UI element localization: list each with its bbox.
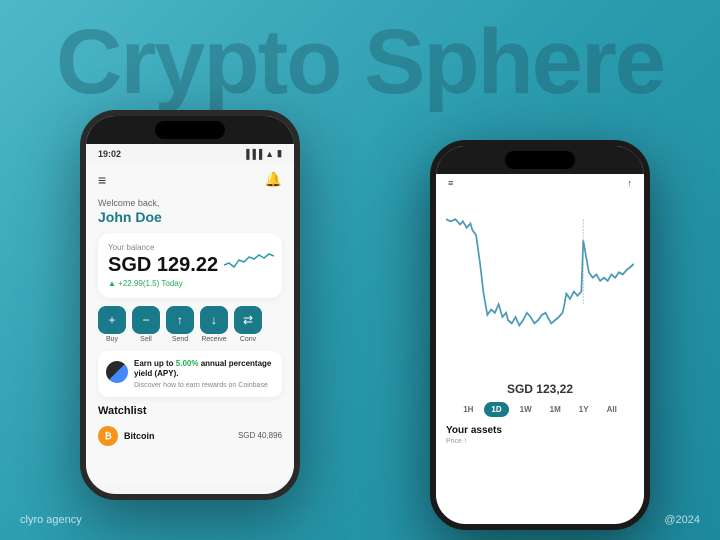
earn-highlight: 5.00% xyxy=(176,359,199,368)
period-1h[interactable]: 1H xyxy=(456,402,480,417)
chart-area xyxy=(446,198,634,378)
watchlist-title: Watchlist xyxy=(98,405,282,417)
footer-agency: clyro agency xyxy=(20,514,82,526)
phone-right-notch xyxy=(436,146,644,174)
buy-label: Buy xyxy=(106,336,118,343)
change-arrow: ▲ xyxy=(108,279,116,288)
convert-button[interactable]: ⇄ Conv xyxy=(234,306,262,343)
period-1w[interactable]: 1W xyxy=(513,402,539,417)
bitcoin-name: Bitcoin xyxy=(124,431,155,441)
receive-icon: ↓ xyxy=(200,306,228,334)
hamburger-icon[interactable]: ≡ xyxy=(98,172,106,188)
period-all[interactable]: All xyxy=(600,402,624,417)
price-chart xyxy=(446,198,634,368)
chart-price: SGD 123,22 xyxy=(446,382,634,396)
share-icon[interactable]: ↑ xyxy=(628,178,633,188)
send-button[interactable]: ↑ Send xyxy=(166,306,194,343)
welcome-text: Welcome back, xyxy=(98,198,282,208)
period-1y[interactable]: 1Y xyxy=(572,402,596,417)
earn-text: Earn up to 5.00% annual percentage yield… xyxy=(134,359,274,389)
status-time: 19:02 xyxy=(98,149,121,159)
wifi-icon: ▲ xyxy=(265,149,274,159)
phone-left: 19:02 ▐▐▐ ▲ ▮ ≡ 🔔 Welcome back, John Doe… xyxy=(80,110,300,500)
bell-icon[interactable]: 🔔 xyxy=(265,171,282,188)
price-label-row: Price ↑ xyxy=(446,438,634,445)
status-bar-left: 19:02 ▐▐▐ ▲ ▮ xyxy=(86,144,294,163)
buy-button[interactable]: + Buy xyxy=(98,306,126,343)
earn-icon xyxy=(106,361,128,383)
status-bar-right: ≡ ↑ xyxy=(436,174,644,192)
sell-icon: − xyxy=(132,306,160,334)
balance-change: ▲ +22.99(1.5) Today xyxy=(108,279,272,288)
time-periods: 1H 1D 1W 1M 1Y All xyxy=(446,402,634,417)
mini-chart xyxy=(224,245,274,275)
phone-right-content: SGD 123,22 1H 1D 1W 1M 1Y All Your asset… xyxy=(436,192,644,514)
period-1d[interactable]: 1D xyxy=(484,402,508,417)
convert-label: Conv xyxy=(240,336,256,343)
top-nav-left: ≡ 🔔 xyxy=(98,171,282,188)
watchlist-item[interactable]: ₿ Bitcoin SGD 40,896 xyxy=(98,422,282,450)
action-buttons: + Buy − Sell ↑ Send ↓ Receive ⇄ Conv xyxy=(98,306,282,343)
user-name: John Doe xyxy=(98,209,282,225)
balance-card: Your balance SGD 129.22 ▲ +22.99(1.5) To… xyxy=(98,233,282,298)
bitcoin-price: SGD 40,896 xyxy=(238,431,282,440)
bitcoin-icon: ₿ xyxy=(98,426,118,446)
earn-subtitle: Discover how to earn rewards on Coinbase xyxy=(134,382,274,389)
status-icons-right: ≡ xyxy=(448,178,453,188)
earn-title: Earn up to 5.00% annual percentage yield… xyxy=(134,359,274,380)
sell-label: Sell xyxy=(140,336,152,343)
battery-icon: ▮ xyxy=(277,148,282,159)
phone-left-notch xyxy=(86,116,294,144)
send-icon: ↑ xyxy=(166,306,194,334)
send-label: Send xyxy=(172,336,188,343)
period-1m[interactable]: 1M xyxy=(543,402,568,417)
phones-wrapper: 19:02 ▐▐▐ ▲ ▮ ≡ 🔔 Welcome back, John Doe… xyxy=(60,80,660,520)
receive-button[interactable]: ↓ Receive xyxy=(200,306,228,343)
status-icons: ▐▐▐ ▲ ▮ xyxy=(243,148,282,159)
dynamic-island-right xyxy=(505,151,575,169)
buy-icon: + xyxy=(98,306,126,334)
phone-left-content: ≡ 🔔 Welcome back, John Doe Your balance … xyxy=(86,163,294,485)
footer-year: @2024 xyxy=(664,514,700,526)
change-value: +22.99(1.5) Today xyxy=(118,279,183,288)
phone-right: ≡ ↑ SGD 123,22 1H 1D 1W 1M 1Y xyxy=(430,140,650,530)
dynamic-island-left xyxy=(155,121,225,139)
earn-section[interactable]: Earn up to 5.00% annual percentage yield… xyxy=(98,351,282,397)
convert-icon: ⇄ xyxy=(234,306,262,334)
your-assets-label: Your assets xyxy=(446,425,634,436)
sell-button[interactable]: − Sell xyxy=(132,306,160,343)
signal-icon: ▐▐▐ xyxy=(243,149,262,159)
receive-label: Receive xyxy=(201,336,226,343)
